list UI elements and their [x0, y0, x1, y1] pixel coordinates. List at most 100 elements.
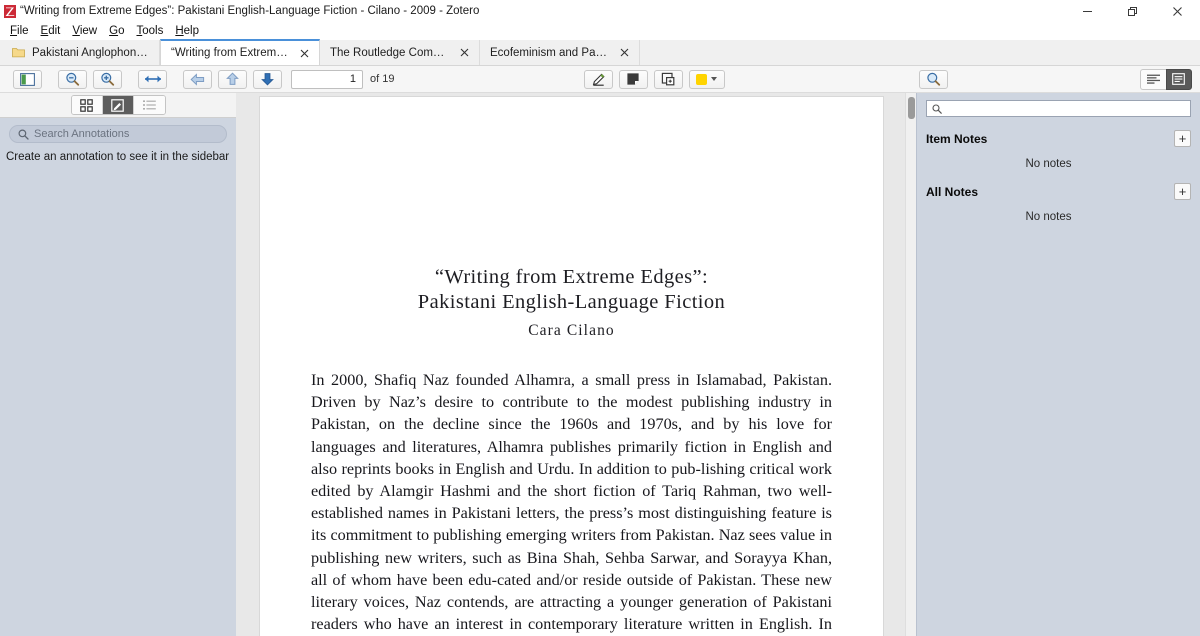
highlight-text-icon [592, 73, 605, 86]
page-number-input[interactable] [291, 69, 363, 89]
menu-view[interactable]: View [66, 22, 103, 40]
tab-library-label: Pakistani Anglophone L... [32, 46, 150, 59]
tab-ecofeminism-label: Ecofeminism and Pakistani ... [490, 46, 610, 59]
menu-go-rest: o [118, 25, 125, 37]
menu-go-accesskey: G [109, 25, 119, 37]
highlight-text-button[interactable] [583, 69, 613, 89]
sidebar-search-wrapper [0, 118, 236, 143]
menu-view-accesskey: V [72, 25, 80, 37]
tab-close-icon[interactable] [618, 47, 630, 59]
search-annotations-field[interactable] [9, 125, 227, 143]
tab-writing-from-extreme-edges[interactable]: “Writing from Extreme Edg... [160, 39, 320, 65]
item-pane-search-input[interactable] [946, 102, 1185, 115]
main-content: Create an annotation to see it in the si… [0, 93, 1200, 636]
sidebar-view-switcher-bar [0, 93, 236, 118]
next-page-icon [261, 73, 274, 86]
menu-edit-rest: dit [48, 25, 61, 37]
page-total-label: of 19 [370, 73, 395, 85]
tab-bar: Pakistani Anglophone L... “Writing from … [0, 39, 1200, 66]
context-pane-toggle[interactable] [1139, 68, 1166, 90]
title-bar: “Writing from Extreme Edges”: Pakistani … [0, 0, 1200, 22]
panel-toggle-group [1139, 68, 1192, 90]
previous-page-icon [226, 72, 239, 85]
zoom-in-button[interactable] [93, 69, 122, 89]
menu-file-accesskey: F [10, 25, 18, 37]
item-pane-icon [1172, 73, 1186, 85]
outline-view-icon [142, 99, 156, 110]
maximize-restore-button[interactable] [1110, 0, 1155, 22]
minimize-button[interactable] [1065, 0, 1110, 22]
reader-scrollbar-thumb[interactable] [908, 97, 915, 119]
toggle-sidebar-button[interactable] [13, 69, 42, 89]
menu-go[interactable]: Go [103, 22, 130, 40]
menu-view-rest: iew [79, 25, 98, 37]
annotations-view-icon [111, 98, 124, 112]
document-paragraph: In 2000, Shafiq Naz founded Alhamra, a s… [311, 371, 832, 634]
reader-vertical-scrollbar[interactable] [905, 93, 916, 636]
menu-edit[interactable]: Edit [35, 22, 67, 40]
item-notes-title: Item Notes [926, 131, 988, 146]
all-notes-title: All Notes [926, 184, 979, 199]
color-swatch [696, 73, 708, 85]
zoom-out-button[interactable] [58, 69, 87, 89]
window-title: “Writing from Extreme Edges”: Pakistani … [20, 5, 480, 17]
item-pane: Item Notes + No notes All Notes + No not… [916, 93, 1200, 636]
menu-file-rest: ile [17, 25, 29, 37]
all-notes-empty-state: No notes [1025, 211, 1072, 223]
tab-routledge-companion-label: The Routledge Companion ... [330, 46, 450, 59]
tab-library[interactable]: Pakistani Anglophone L... [0, 40, 160, 65]
sidebar-view-thumbnails-button[interactable] [71, 96, 103, 114]
chevron-down-icon [711, 77, 718, 81]
search-icon [18, 129, 29, 140]
menu-file[interactable]: File [4, 22, 35, 40]
tab-close-icon[interactable] [298, 47, 310, 59]
area-selection-icon [661, 72, 675, 86]
search-annotations-input[interactable] [34, 128, 218, 140]
sidebar-view-switcher [70, 95, 166, 115]
annotation-color-picker[interactable] [688, 69, 725, 89]
pdf-reader-view[interactable]: “Writing from Extreme Edges”: Pakistani … [236, 93, 916, 636]
menu-help[interactable]: Help [169, 22, 205, 40]
tab-writing-from-extreme-edges-label: “Writing from Extreme Edg... [171, 47, 290, 59]
thumbnails-view-icon [80, 98, 93, 112]
add-all-note-button[interactable]: + [1174, 183, 1191, 200]
all-notes-section-header: All Notes + [926, 183, 1191, 200]
add-item-note-button[interactable]: + [1174, 130, 1191, 147]
tab-close-icon[interactable] [458, 47, 470, 59]
add-note-annotation-button[interactable] [618, 69, 648, 89]
reader-toolbar: of 19 [0, 66, 1200, 93]
sidebar-view-annotations-button[interactable] [102, 96, 134, 114]
document-author: Cara Cilano [528, 322, 615, 339]
annotation-tools-group [581, 69, 728, 89]
folder-icon [12, 48, 25, 58]
menu-help-accesskey: H [175, 25, 184, 37]
find-in-document-button[interactable] [918, 69, 948, 89]
navigate-back-icon [190, 72, 205, 86]
close-window-button[interactable] [1155, 0, 1200, 22]
fit-width-icon [144, 75, 161, 83]
menu-tools[interactable]: Tools [130, 22, 169, 40]
sidebar-view-outline-button[interactable] [133, 96, 165, 114]
navigate-back-button[interactable] [183, 69, 212, 89]
item-pane-toggle[interactable] [1165, 68, 1192, 90]
tab-ecofeminism[interactable]: Ecofeminism and Pakistani ... [480, 40, 640, 65]
annotations-empty-state: Create an annotation to see it in the si… [6, 151, 230, 163]
next-page-button[interactable] [253, 69, 282, 89]
document-title-line2: Pakistani English-Language Fiction [417, 291, 726, 313]
search-icon [932, 103, 942, 114]
find-in-document-icon [927, 72, 940, 86]
toggle-sidebar-icon [20, 72, 35, 86]
zotero-z-logo-icon [0, 0, 20, 22]
menu-tools-rest: ools [142, 25, 164, 37]
annotations-sidebar: Create an annotation to see it in the si… [0, 93, 236, 636]
tab-routledge-companion[interactable]: The Routledge Companion ... [320, 40, 480, 65]
zoom-in-icon [101, 72, 115, 86]
window-controls [1065, 0, 1200, 22]
context-pane-icon [1146, 74, 1160, 84]
item-pane-search-field[interactable] [926, 100, 1191, 117]
previous-page-button[interactable] [218, 69, 247, 89]
zoom-out-icon [66, 72, 80, 86]
pdf-page-1[interactable]: “Writing from Extreme Edges”: Pakistani … [260, 97, 883, 636]
zoom-fit-width-button[interactable] [138, 69, 167, 89]
area-selection-button[interactable] [653, 69, 683, 89]
